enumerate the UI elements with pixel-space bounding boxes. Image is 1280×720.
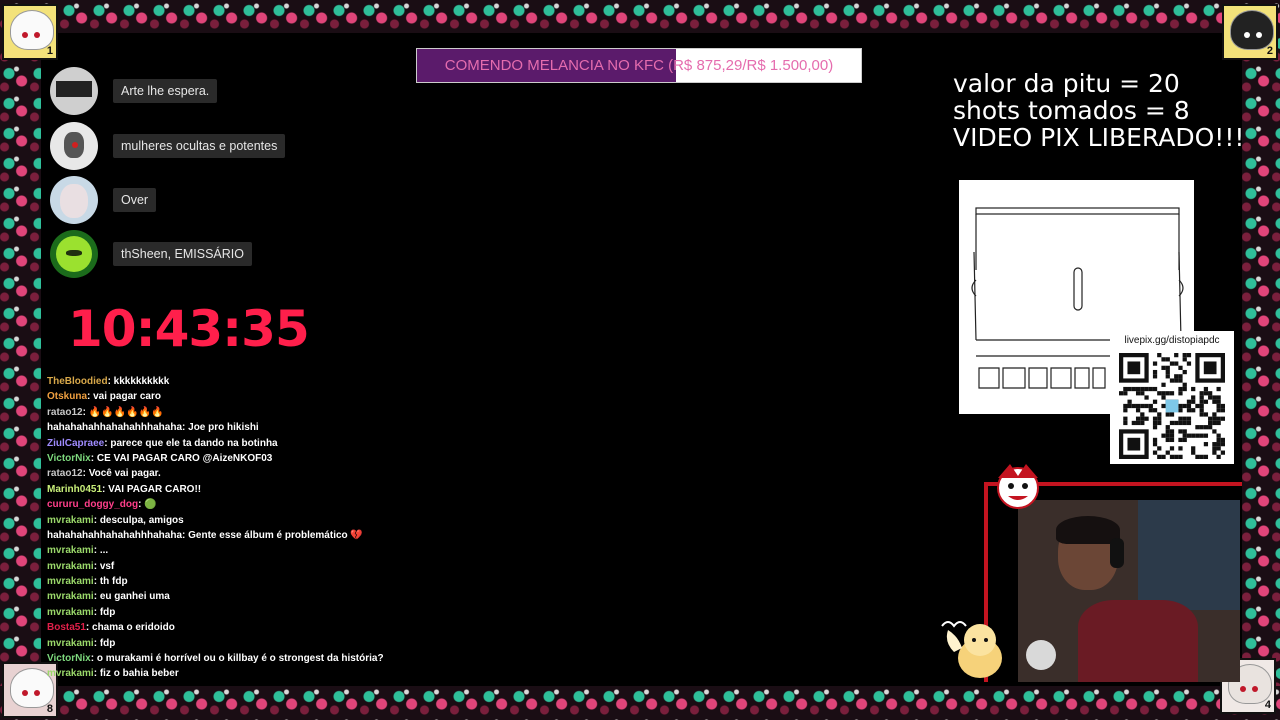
- shots-count-text: shots tomados = 8: [953, 96, 1190, 125]
- goal-text: COMENDO MELANCIA NO KFC (R$ 875,29/R$ 1.…: [444, 57, 834, 74]
- chat-message: hahahahahhahahahhhahaha: Gente esse álbu…: [47, 528, 607, 543]
- chat-message: mvrakami: ...: [47, 543, 607, 558]
- chat-message-text: vsf: [99, 560, 115, 572]
- chat-message: ratao12: 🔥🔥🔥🔥🔥🔥: [47, 405, 607, 420]
- qr-code-panel[interactable]: livepix.gg/distopiapdc: [1110, 331, 1234, 464]
- chat-message: mvrakami: fiz o bahia beber: [47, 666, 607, 681]
- chat-message-text: 🟢: [144, 499, 157, 511]
- chat-message: TheBloodied: kkkkkkkkkk: [47, 374, 607, 389]
- pitu-price-text: valor da pitu = 20: [953, 69, 1180, 98]
- corner-number: 4: [1264, 699, 1271, 711]
- chat-message-text: fiz o bahia beber: [99, 668, 179, 680]
- chat-message: mvrakami: vsf: [47, 559, 607, 574]
- chat-message: ratao12: Você vai pagar.: [47, 466, 607, 481]
- webcam-feed: [1018, 500, 1240, 682]
- chat-message-text: CE VAI PAGAR CARO @AizeNKOF03: [96, 452, 273, 464]
- chat-message: mvrakami: fdp: [47, 636, 607, 651]
- chat-username[interactable]: mvrakami: [47, 638, 94, 649]
- chat-username[interactable]: Otskuna: [47, 391, 87, 402]
- chat-message: Otskuna: vai pagar caro: [47, 389, 607, 404]
- chat-message: hahahahahhahahahhhahaha: Joe pro hikishi: [47, 420, 607, 435]
- avatar: [50, 230, 98, 278]
- chat-username[interactable]: mvrakami: [47, 576, 94, 587]
- chat-message-text: kkkkkkkkkk: [113, 376, 170, 387]
- corner-avatar-top-left: 1: [2, 4, 58, 60]
- chat-username[interactable]: Marinh0451: [47, 484, 102, 495]
- list-item-label: Over: [113, 188, 157, 212]
- chat-message: Bosta51: chama o eridoido: [47, 620, 607, 635]
- chat-username[interactable]: VictorNix: [47, 453, 91, 464]
- chat-message: ZiulCapraee: parece que ele ta dando na …: [47, 436, 607, 451]
- chat-message: VictorNix: o murakami é horrível ou o ki…: [47, 651, 607, 666]
- chat-message-text: parece que ele ta dando na botinha: [110, 437, 278, 449]
- chat-username[interactable]: mvrakami: [47, 668, 94, 679]
- chat-username[interactable]: mvrakami: [47, 561, 94, 572]
- list-item: thSheen, EMISSÁRIO: [50, 229, 252, 279]
- chat-message: mvrakami: th fdp: [47, 574, 607, 589]
- corner-number: 1: [46, 45, 53, 57]
- chat-username[interactable]: mvrakami: [47, 515, 94, 526]
- chat-username[interactable]: Bosta51: [47, 622, 86, 633]
- chat-message: mvrakami: fdp: [47, 605, 607, 620]
- avatar: [50, 67, 98, 115]
- chat-message-text: desculpa, amigos: [99, 514, 184, 526]
- chat-message-text: Gente esse álbum é problemático 💔: [188, 529, 363, 541]
- chat-message: Marinh0451: VAI PAGAR CARO!!: [47, 482, 607, 497]
- clown-mascot-icon: [997, 464, 1039, 509]
- decorative-border-right: [1242, 33, 1280, 686]
- chat-message-text: Você vai pagar.: [88, 468, 161, 480]
- chat-message-text: Joe pro hikishi: [188, 422, 259, 434]
- clock-display: 10:43:35: [68, 300, 310, 358]
- chat-username[interactable]: mvrakami: [47, 591, 94, 602]
- list-item-label: thSheen, EMISSÁRIO: [113, 242, 252, 266]
- chat-message: mvrakami: eu ganhei uma: [47, 589, 607, 604]
- chat-username[interactable]: mvrakami: [47, 545, 94, 556]
- chat-username[interactable]: ratao12: [47, 407, 83, 418]
- avatar: [50, 176, 98, 224]
- chat-message: VictorNix: CE VAI PAGAR CARO @AizeNKOF03: [47, 451, 607, 466]
- donation-goal-bar: COMENDO MELANCIA NO KFC (R$ 875,29/R$ 1.…: [416, 48, 862, 83]
- list-item: mulheres ocultas e potentes: [50, 121, 286, 171]
- chat-message-text: o murakami é horrível ou o killbay é o s…: [96, 653, 384, 665]
- chat-message-text: fdp: [99, 637, 116, 649]
- list-item: Over: [50, 175, 157, 225]
- list-item-label: mulheres ocultas e potentes: [113, 134, 286, 158]
- list-item-label: Arte lhe espera.: [113, 79, 218, 103]
- chat-message: cururu_doggy_dog: 🟢: [47, 497, 607, 512]
- qr-url-text: livepix.gg/distopiapdc: [1124, 335, 1220, 346]
- list-item: Arte lhe espera.: [50, 66, 218, 116]
- chat-message: mvrakami: desculpa, amigos: [47, 513, 607, 528]
- chat-username[interactable]: VictorNix: [47, 653, 91, 664]
- corner-number: 2: [1266, 45, 1273, 57]
- chat-message-text: 🔥🔥🔥🔥🔥🔥: [88, 406, 164, 418]
- chat-panel: TheBloodied: kkkkkkkkkk Otskuna: vai paga…: [47, 374, 607, 684]
- corner-number: 8: [46, 703, 53, 715]
- chat-message-text: chama o eridoido: [92, 622, 175, 634]
- corner-avatar-top-right: 2: [1222, 4, 1278, 60]
- decorative-border-bottom: [0, 686, 1280, 720]
- chat-username[interactable]: ZiulCapraee: [47, 438, 104, 449]
- chat-message-text: eu ganhei uma: [99, 591, 170, 603]
- chat-message-text: fdp: [99, 606, 116, 618]
- chat-message-text: ...: [99, 545, 109, 557]
- avatar: [50, 122, 98, 170]
- decorative-border-top: [0, 0, 1280, 33]
- decorative-border-left: [0, 33, 41, 686]
- chat-message-text: VAI PAGAR CARO!!: [108, 483, 202, 495]
- chat-username[interactable]: hahahahahhahahahhhahaha: [47, 422, 182, 433]
- chat-username[interactable]: hahahahahhahahahhhahaha: [47, 530, 182, 541]
- chat-message-text: vai pagar caro: [93, 391, 161, 403]
- chat-username[interactable]: ratao12: [47, 468, 83, 479]
- video-pix-text: VIDEO PIX LIBERADO!!!: [953, 123, 1245, 152]
- chat-username[interactable]: mvrakami: [47, 607, 94, 618]
- chat-message-text: th fdp: [99, 576, 128, 588]
- qr-code-icon: [1119, 353, 1225, 459]
- kitten-mascot-icon: [941, 621, 1002, 678]
- info-panel: valor da pitu = 20 shots tomados = 8 VID…: [953, 70, 1244, 151]
- chat-username[interactable]: TheBloodied: [47, 376, 108, 387]
- chat-username[interactable]: cururu_doggy_dog: [47, 499, 138, 510]
